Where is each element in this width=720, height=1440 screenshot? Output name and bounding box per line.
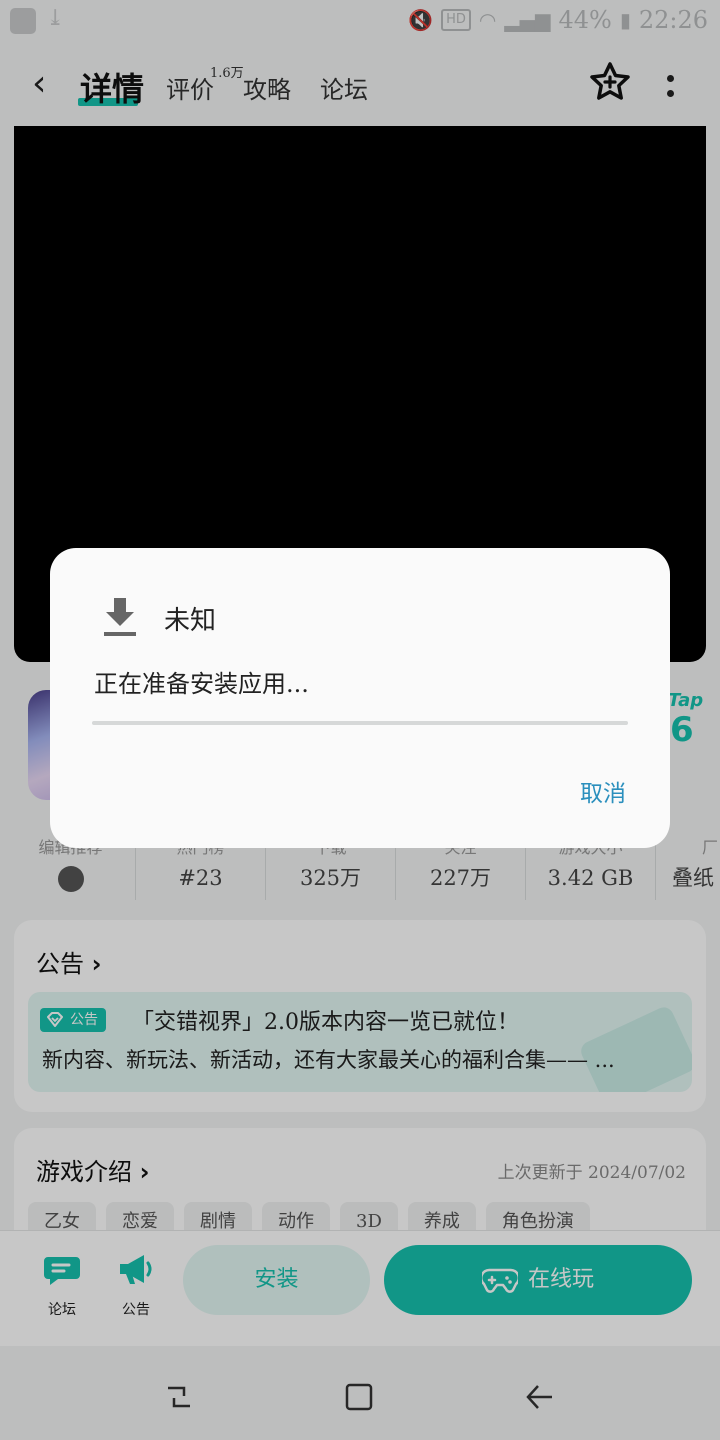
install-progress-bar: [92, 721, 628, 725]
download-icon: [104, 598, 136, 636]
cancel-button[interactable]: 取消: [580, 774, 626, 808]
install-dialog: 未知 正在准备安装应用... 取消: [50, 548, 670, 848]
dialog-message: 正在准备安装应用...: [94, 670, 309, 698]
dialog-title: 未知: [164, 606, 217, 636]
